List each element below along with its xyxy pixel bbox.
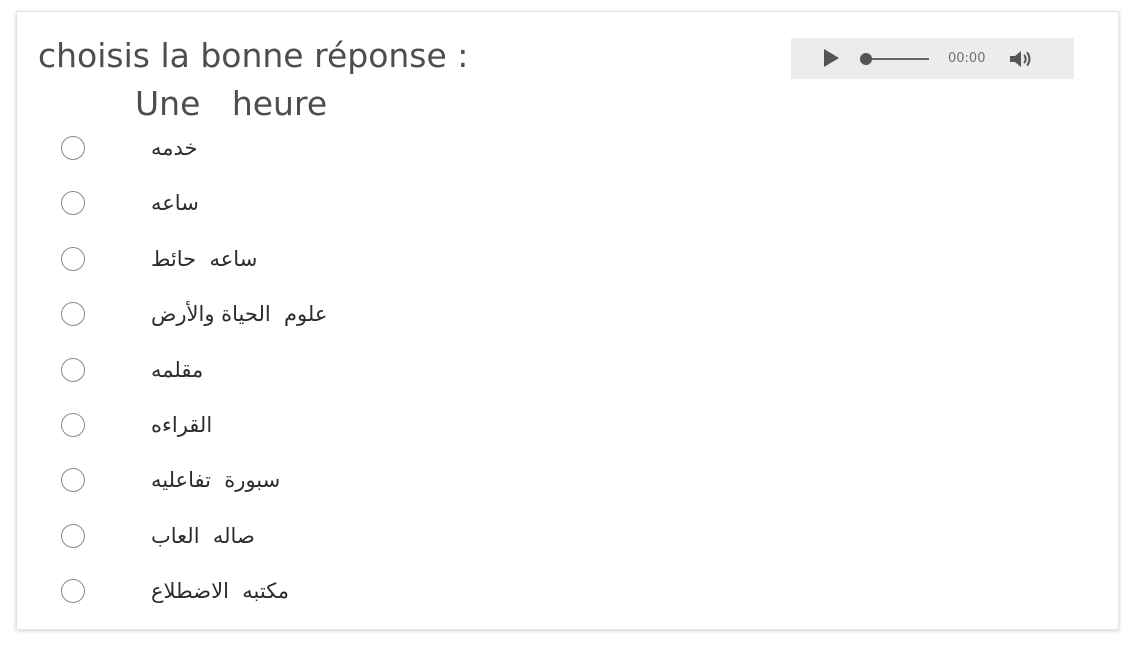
option-label: صاله العاب bbox=[151, 524, 255, 548]
option-2[interactable]: ساعه bbox=[61, 184, 561, 224]
option-label: علوم الحياة والأرض bbox=[151, 302, 328, 326]
quiz-card: choisis la bonne réponse : Une heure 00:… bbox=[16, 11, 1119, 630]
option-1[interactable]: خدمه bbox=[61, 129, 561, 169]
option-6[interactable]: القراءه bbox=[61, 406, 561, 446]
radio-button[interactable] bbox=[61, 358, 85, 382]
option-9[interactable]: مكتبه الاضطلاع bbox=[61, 572, 561, 612]
option-label: القراءه bbox=[151, 413, 213, 437]
option-label: سبورة تفاعليه bbox=[151, 468, 281, 492]
option-8[interactable]: صاله العاب bbox=[61, 517, 561, 557]
option-7[interactable]: سبورة تفاعليه bbox=[61, 461, 561, 501]
radio-button[interactable] bbox=[61, 413, 85, 437]
option-label: ساعه حائط bbox=[151, 247, 258, 271]
answer-options: خدمه ساعه ساعه حائط علوم الحياة والأرض م… bbox=[17, 12, 1118, 629]
option-label: مقلمه bbox=[151, 358, 204, 382]
option-label: خدمه bbox=[151, 136, 198, 160]
radio-button[interactable] bbox=[61, 524, 85, 548]
option-4[interactable]: علوم الحياة والأرض bbox=[61, 295, 561, 335]
radio-button[interactable] bbox=[61, 247, 85, 271]
radio-button[interactable] bbox=[61, 468, 85, 492]
option-label: ساعه bbox=[151, 191, 206, 215]
radio-button[interactable] bbox=[61, 302, 85, 326]
option-5[interactable]: مقلمه bbox=[61, 351, 561, 391]
radio-button[interactable] bbox=[61, 579, 85, 603]
radio-button[interactable] bbox=[61, 191, 85, 215]
radio-button[interactable] bbox=[61, 136, 85, 160]
option-3[interactable]: ساعه حائط bbox=[61, 240, 561, 280]
option-label: مكتبه الاضطلاع bbox=[151, 579, 290, 603]
